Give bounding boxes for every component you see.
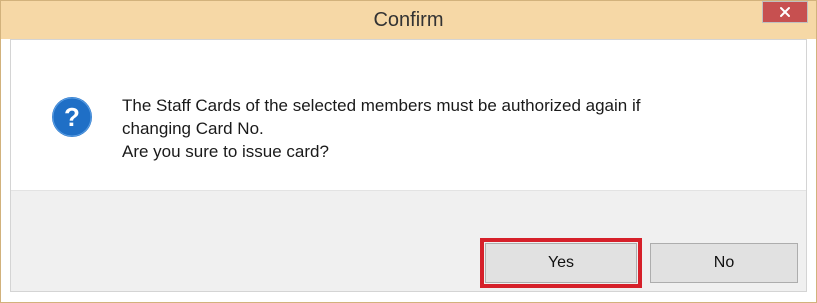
yes-button[interactable]: Yes — [485, 243, 637, 283]
message-line: The Staff Cards of the selected members … — [122, 96, 641, 115]
button-bar: Yes No — [11, 190, 806, 291]
dialog-body: ? The Staff Cards of the selected member… — [10, 39, 807, 292]
question-icon: ? — [52, 97, 92, 137]
message-line: Are you sure to issue card? — [122, 142, 329, 161]
no-button[interactable]: No — [650, 243, 798, 283]
confirm-dialog: Confirm ? The Staff Cards of the selecte… — [0, 0, 817, 303]
close-button[interactable] — [762, 1, 808, 23]
message-area: ? The Staff Cards of the selected member… — [11, 40, 806, 190]
close-icon — [780, 7, 790, 17]
svg-text:?: ? — [64, 102, 80, 132]
title-bar[interactable]: Confirm — [1, 1, 816, 39]
message-line: changing Card No. — [122, 119, 264, 138]
dialog-title: Confirm — [373, 9, 444, 31]
message-text: The Staff Cards of the selected members … — [122, 94, 762, 163]
